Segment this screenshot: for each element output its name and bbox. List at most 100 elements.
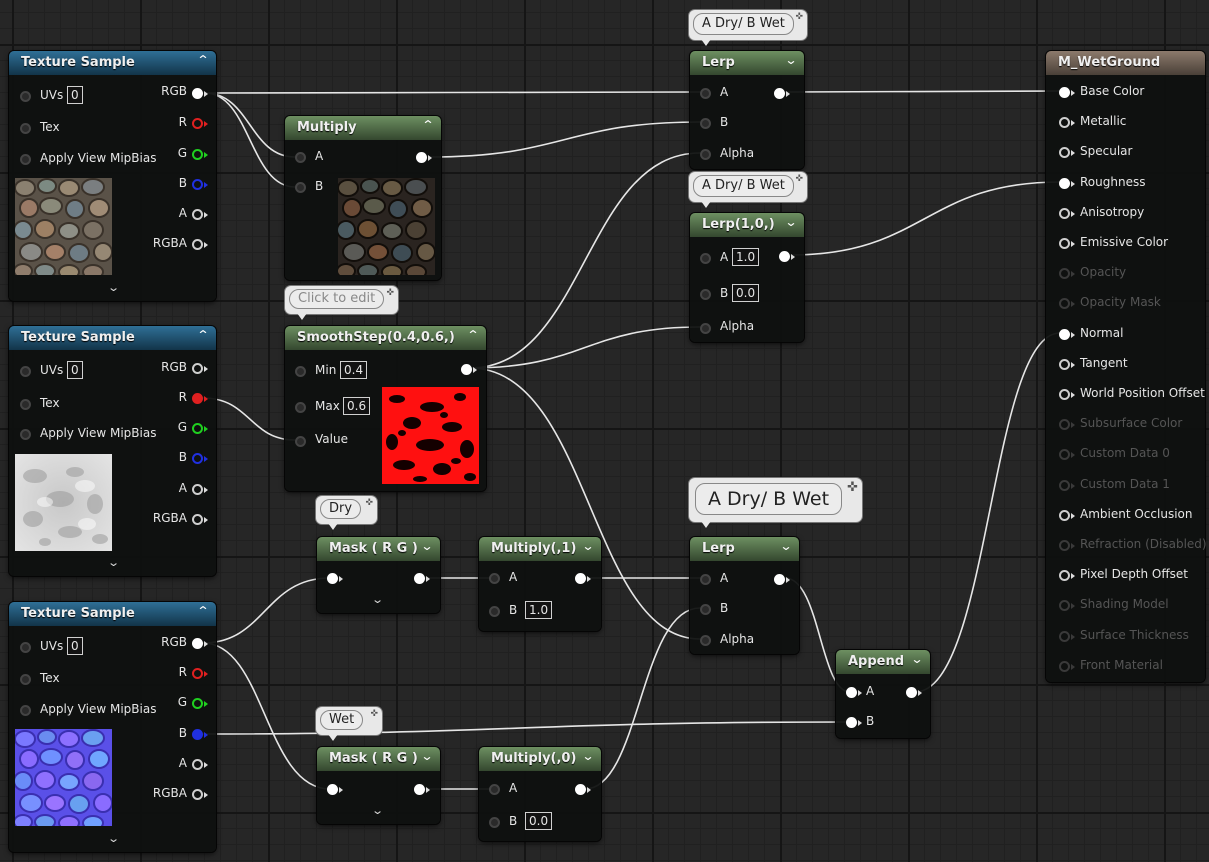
comment-text[interactable]: A Dry/ B Wet [695, 483, 843, 515]
min-value-field[interactable]: 0.4 [340, 361, 368, 379]
output-pin[interactable] [414, 573, 425, 584]
comment-bubble-lerp-top[interactable]: A Dry/ B Wet ✜ [689, 10, 807, 46]
pin-icon[interactable]: ✜ [795, 12, 803, 22]
output-pin[interactable] [575, 573, 586, 584]
b-value-field[interactable]: 0.0 [525, 812, 553, 830]
input-pin-mipbias[interactable] [20, 705, 31, 716]
output-pin-rgb[interactable] [192, 638, 203, 649]
collapse-chevron-icon[interactable]: ⌃ [196, 328, 209, 342]
output-pin-rgb[interactable] [192, 88, 203, 99]
output-pin-r[interactable] [192, 118, 203, 129]
result-input-pin[interactable] [1059, 509, 1070, 521]
output-pin-rgba[interactable] [192, 514, 203, 525]
input-pin-a[interactable] [846, 687, 857, 698]
output-pin[interactable] [906, 687, 917, 698]
collapse-chevron-icon[interactable]: ⌃ [196, 604, 209, 618]
output-pin-r[interactable] [192, 393, 203, 404]
input-pin-b[interactable] [700, 118, 711, 129]
input-pin-b[interactable] [295, 182, 306, 193]
comment-bubble-dry[interactable]: Dry ✜ [316, 496, 377, 530]
node-header[interactable]: Mask ( R G ) ⌄ [317, 537, 440, 561]
input-pin-alpha[interactable] [700, 149, 711, 160]
mask-rg-node-dry[interactable]: Mask ( R G ) ⌄ ⌄ [317, 537, 440, 613]
multiply-node[interactable]: Multiply ⌃ A B [285, 116, 441, 280]
output-pin-g[interactable] [192, 149, 203, 160]
texture-sample-node-2[interactable]: Texture Sample ⌃ UVs 0 Tex Apply View Mip… [9, 326, 216, 576]
node-header[interactable]: Mask ( R G ) ⌄ [317, 747, 440, 771]
expand-chevron-icon[interactable]: ⌄ [371, 593, 384, 606]
comment-bubble-lerp-normal[interactable]: A Dry/ B Wet ✜ [689, 478, 862, 528]
expand-chevron-icon[interactable]: ⌄ [107, 832, 120, 845]
input-pin-tex[interactable] [20, 123, 31, 134]
output-pin-b[interactable] [192, 729, 203, 740]
smoothstep-node[interactable]: SmoothStep(0.4,0.6,) ⌃ Min 0.4 Max 0.6 Va… [285, 326, 486, 491]
result-input-pin[interactable] [1059, 570, 1070, 582]
collapse-chevron-icon[interactable]: ⌃ [466, 328, 479, 342]
node-header[interactable]: Texture Sample ⌃ [9, 602, 216, 626]
input-pin-uvs[interactable] [20, 366, 31, 377]
expand-chevron-icon[interactable]: ⌄ [107, 556, 120, 569]
output-pin-a[interactable] [192, 759, 203, 770]
multiply-1-node[interactable]: Multiply(,1) ⌄ A B 1.0 [479, 537, 601, 631]
uvs-value-field[interactable]: 0 [67, 637, 83, 655]
result-input-pin[interactable] [1059, 238, 1070, 249]
input-pin-b[interactable] [489, 606, 500, 617]
node-header[interactable]: M_WetGround [1046, 51, 1205, 75]
comment-text[interactable]: Dry [320, 499, 362, 519]
input-pin-a[interactable] [700, 88, 711, 99]
lerp-node-normal[interactable]: Lerp ⌄ A B Alpha [690, 537, 799, 654]
uvs-value-field[interactable]: 0 [67, 86, 83, 104]
node-header[interactable]: Multiply ⌃ [285, 116, 441, 140]
result-input-pin[interactable] [1059, 328, 1070, 340]
comment-bubble-wet[interactable]: Wet ✜ [316, 707, 382, 741]
node-header[interactable]: Append ⌄ [836, 650, 930, 674]
output-pin-rgb[interactable] [192, 363, 203, 374]
dropdown-chevron-icon[interactable]: ⌄ [581, 539, 594, 553]
collapse-chevron-icon[interactable]: ⌃ [421, 118, 434, 132]
output-pin[interactable] [414, 784, 425, 795]
texture-sample-node-1[interactable]: Texture Sample ⌃ UVs 0 Tex Apply View Mip… [9, 51, 216, 301]
node-header[interactable]: Lerp(1,0,) ⌄ [690, 213, 804, 237]
input-pin-b[interactable] [700, 289, 711, 300]
input-pin-a[interactable] [700, 253, 711, 264]
texture-sample-node-3[interactable]: Texture Sample ⌃ UVs 0 Tex Apply View Mip… [9, 602, 216, 852]
result-input-pin[interactable] [1059, 177, 1070, 189]
multiply-0-node[interactable]: Multiply(,0) ⌄ A B 0.0 [479, 747, 601, 841]
node-header[interactable]: Multiply(,0) ⌄ [479, 747, 601, 771]
output-pin-a[interactable] [192, 484, 203, 495]
dropdown-chevron-icon[interactable]: ⌄ [420, 539, 433, 553]
comment-text[interactable]: A Dry/ B Wet [693, 13, 794, 35]
dropdown-chevron-icon[interactable]: ⌄ [581, 749, 594, 763]
result-input-pin[interactable] [1059, 147, 1070, 159]
input-pin-value[interactable] [295, 436, 306, 447]
output-pin-rgba[interactable] [192, 789, 203, 800]
input-pin-uvs[interactable] [20, 91, 31, 102]
output-pin-a[interactable] [192, 209, 203, 220]
input-pin-a[interactable] [489, 573, 500, 584]
input-pin-tex[interactable] [20, 674, 31, 685]
input-pin-a[interactable] [700, 574, 711, 585]
output-pin[interactable] [416, 152, 427, 163]
result-input-pin[interactable] [1059, 389, 1070, 400]
input-pin-alpha[interactable] [700, 323, 711, 334]
pin-icon[interactable]: ✜ [795, 174, 803, 184]
dropdown-chevron-icon[interactable]: ⌄ [779, 539, 792, 553]
result-input-pin[interactable] [1059, 87, 1070, 98]
node-header[interactable]: Lerp ⌄ [690, 537, 799, 561]
pin-icon[interactable]: ✜ [386, 288, 394, 298]
output-pin-g[interactable] [192, 698, 203, 709]
node-header[interactable]: Multiply(,1) ⌄ [479, 537, 601, 561]
comment-text[interactable]: Click to edit [289, 289, 385, 309]
collapse-chevron-icon[interactable]: ⌃ [196, 53, 209, 67]
node-header[interactable]: Lerp ⌄ [690, 51, 804, 75]
result-input-pin[interactable] [1059, 358, 1070, 370]
node-header[interactable]: Texture Sample ⌃ [9, 51, 216, 75]
output-pin[interactable] [774, 88, 785, 99]
b-value-field[interactable]: 1.0 [525, 601, 553, 619]
max-value-field[interactable]: 0.6 [343, 397, 371, 415]
input-pin[interactable] [327, 784, 338, 795]
dropdown-chevron-icon[interactable]: ⌄ [784, 53, 797, 67]
pin-icon[interactable]: ✜ [847, 480, 858, 495]
expand-chevron-icon[interactable]: ⌄ [107, 281, 120, 294]
dropdown-chevron-icon[interactable]: ⌄ [784, 215, 797, 229]
